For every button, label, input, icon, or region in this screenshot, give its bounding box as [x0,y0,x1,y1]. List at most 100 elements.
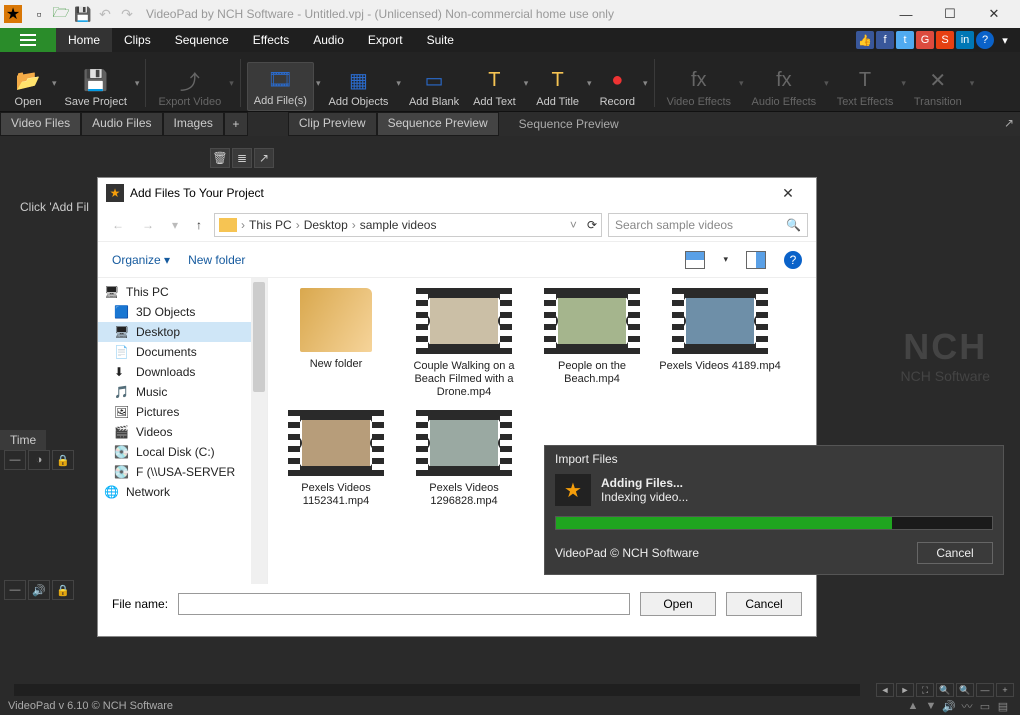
status-up-icon[interactable]: ▲ [904,700,922,712]
add-tab[interactable]: + [224,112,248,136]
video-effects-tool[interactable]: fxVideo Effects [661,64,737,111]
organize-button[interactable]: Organize ▾ [112,253,170,267]
file-item[interactable]: New folder [274,288,398,400]
save-icon[interactable]: 💾 [74,5,92,23]
zoom-minus-icon[interactable]: — [976,683,994,697]
scroll-left-icon[interactable]: ◄ [876,683,894,697]
tree-item[interactable]: 🎵Music [98,382,267,402]
help-icon[interactable]: ? [976,31,994,49]
add-objects-tool[interactable]: ▦Add Objects [322,64,394,111]
tab-sequence-preview[interactable]: Sequence Preview [377,112,499,136]
trash-icon[interactable]: 🗑 [210,148,230,168]
view-icon[interactable] [685,251,705,269]
export-video-tool[interactable]: ⤴Export Video [152,64,227,111]
menu-sequence[interactable]: Sequence [163,28,241,52]
popout-icon[interactable]: ↗ [254,148,274,168]
chevron-down-icon[interactable]: ▾ [996,31,1014,49]
burger-menu[interactable] [0,28,56,52]
tab-images[interactable]: Images [163,112,224,136]
tree-item[interactable]: 💽F (\\USA-SERVER [98,462,267,482]
linkedin-icon[interactable]: in [956,31,974,49]
import-cancel-button[interactable]: Cancel [917,542,993,564]
twitter-icon[interactable]: t [896,31,914,49]
tree-item[interactable]: 💽Local Disk (C:) [98,442,267,462]
save-project-tool[interactable]: 💾Save Project [59,64,133,111]
facebook-icon[interactable]: f [876,31,894,49]
tree-scrollbar[interactable] [251,278,267,584]
close-button[interactable]: ✕ [972,0,1016,28]
eye-icon[interactable]: ◑ [28,450,50,470]
filename-input[interactable] [178,593,630,615]
zoom-out-icon[interactable]: 🔍 [936,683,954,697]
tab-clip-preview[interactable]: Clip Preview [288,112,377,136]
file-item[interactable]: People on the Beach.mp4 [530,288,654,400]
status-menu-icon[interactable]: ▤ [994,700,1012,713]
tree-item[interactable]: 🖼Pictures [98,402,267,422]
text-effects-tool[interactable]: TText Effects [831,64,900,111]
lock-icon[interactable]: 🔒 [52,450,74,470]
tree-item[interactable]: 🖥Desktop [98,322,267,342]
status-down-icon[interactable]: ▼ [922,700,940,712]
tree-item[interactable]: 📄Documents [98,342,267,362]
zoom-plus-icon[interactable]: + [996,683,1014,697]
undo-icon[interactable]: ↶ [96,5,114,23]
add-blank-tool[interactable]: ▭Add Blank [403,64,465,111]
zoom-in-icon[interactable]: 🔍 [956,683,974,697]
tab-audio-files[interactable]: Audio Files [81,112,162,136]
open-tool[interactable]: 📂Open [6,64,50,111]
dialog-help-icon[interactable]: ? [784,251,802,269]
tree-item[interactable]: 🎬Videos [98,422,267,442]
refresh-icon[interactable]: ⟳ [587,218,597,232]
timeline-scrollbar[interactable]: ◄ ► ⛶ 🔍 🔍 — + [0,683,1020,697]
menu-clips[interactable]: Clips [112,28,163,52]
forward-button[interactable]: → [136,218,160,232]
transition-tool[interactable]: ✕Transition [908,64,968,111]
menu-effects[interactable]: Effects [241,28,301,52]
new-folder-button[interactable]: New folder [188,253,245,267]
popout-icon[interactable]: ↗ [1004,116,1014,130]
add-text-tool[interactable]: TAdd Text [467,64,522,111]
list-icon[interactable]: ≣ [232,148,252,168]
add-title-tool[interactable]: TAdd Title [530,64,585,111]
file-item[interactable]: Pexels Videos 1296828.mp4 [402,410,526,508]
tree-item[interactable]: ⬇Downloads [98,362,267,382]
chevron-down-icon[interactable]: ˅ [570,218,577,232]
add-files-tool[interactable]: 🎞Add File(s) [247,62,314,111]
redo-icon[interactable]: ↷ [118,5,136,23]
preview-pane-icon[interactable] [746,251,766,269]
maximize-button[interactable]: ☐ [928,0,972,28]
up-button[interactable]: ↑ [190,218,208,232]
search-input[interactable]: Search sample videos 🔍 [608,213,808,237]
tab-video-files[interactable]: Video Files [0,112,81,136]
minus-icon[interactable]: — [4,580,26,600]
audio-effects-tool[interactable]: fxAudio Effects [746,64,823,111]
zoom-fit-icon[interactable]: ⛶ [916,683,934,697]
status-waveform-icon[interactable]: 〰 [958,698,976,714]
open-icon[interactable]: 🗁 [52,5,70,23]
menu-home[interactable]: Home [56,28,112,52]
speaker-icon[interactable]: 🔊 [28,580,50,600]
google-icon[interactable]: G [916,31,934,49]
scroll-right-icon[interactable]: ► [896,683,914,697]
file-item[interactable]: Couple Walking on a Beach Filmed with a … [402,288,526,400]
menu-audio[interactable]: Audio [301,28,356,52]
record-tool[interactable]: ●Record [594,64,641,111]
dialog-close-button[interactable]: ✕ [768,185,808,202]
file-item[interactable]: Pexels Videos 4189.mp4 [658,288,782,400]
recent-dropdown[interactable]: ▾ [166,218,184,232]
back-button[interactable]: ← [106,218,130,232]
like-icon[interactable]: 👍 [856,31,874,49]
cancel-button[interactable]: Cancel [726,592,802,616]
breadcrumb[interactable]: ›This PC ›Desktop ›sample videos ˅ ⟳ [214,213,602,237]
file-item[interactable]: Pexels Videos 1152341.mp4 [274,410,398,508]
minimize-button[interactable]: — [884,0,928,28]
open-button[interactable]: Open [640,592,716,616]
new-icon[interactable]: ▫ [30,5,48,23]
stumble-icon[interactable]: S [936,31,954,49]
menu-export[interactable]: Export [356,28,415,52]
status-speaker-icon[interactable]: 🔊 [940,700,958,713]
tree-item[interactable]: 🌐Network [98,482,267,502]
minus-icon[interactable]: — [4,450,26,470]
tree-item[interactable]: 🟦3D Objects [98,302,267,322]
lock-icon[interactable]: 🔒 [52,580,74,600]
